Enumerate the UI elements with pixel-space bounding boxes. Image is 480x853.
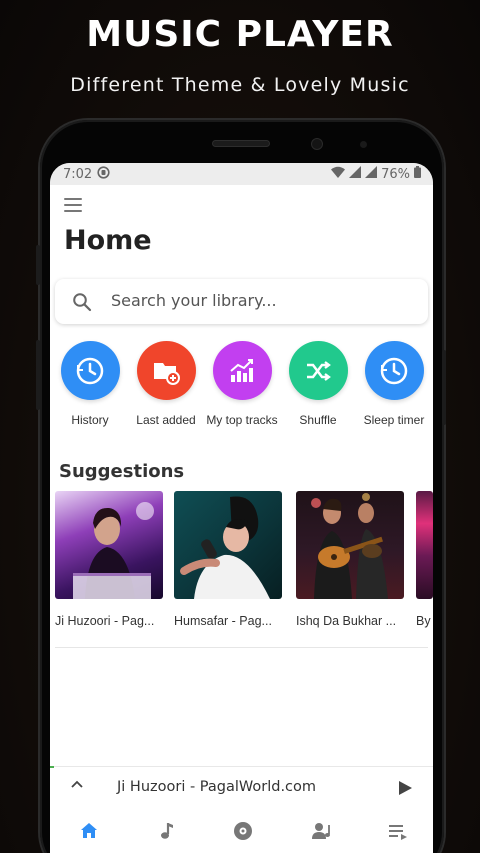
sleep-timer-icon <box>364 341 424 400</box>
phone-speaker <box>212 140 270 147</box>
mini-player-title: Ji Huzoori - PagalWorld.com <box>117 779 317 795</box>
status-bar: 7:02 76% <box>50 163 433 185</box>
quick-action-top-tracks[interactable]: My top tracks <box>202 341 282 427</box>
suggestion-card[interactable]: Humsafar - Pag... <box>174 491 282 631</box>
phone-camera <box>311 138 323 150</box>
signal-icon <box>365 166 378 182</box>
shuffle-icon <box>288 341 348 400</box>
home-icon[interactable] <box>79 821 99 845</box>
wifi-icon <box>331 166 346 182</box>
suggestion-label: Ishq Da Bukhar ... <box>296 614 397 628</box>
notification-icon <box>97 165 110 183</box>
mini-player[interactable]: Ji Huzoori - PagalWorld.com <box>50 768 433 808</box>
signal-icon <box>349 166 362 182</box>
folder-add-icon <box>136 341 196 400</box>
divider <box>55 647 428 648</box>
battery-icon <box>414 166 421 182</box>
menu-icon[interactable] <box>64 198 82 212</box>
album-art <box>296 491 404 599</box>
history-clock-icon <box>60 341 120 400</box>
phone-side-button <box>442 350 446 425</box>
suggestion-card[interactable]: Ishq Da Bukhar ... <box>296 491 404 631</box>
phone-side-button <box>36 340 40 410</box>
quick-action-label: Last added <box>136 413 196 427</box>
playlist-icon[interactable] <box>388 821 408 845</box>
suggestion-label: By <box>416 614 431 628</box>
quick-actions: History Last added My top tracks Shuffle… <box>50 341 433 427</box>
album-art <box>55 491 163 599</box>
album-disc-icon[interactable] <box>233 821 253 845</box>
quick-action-sleep-timer[interactable]: Sleep timer <box>354 341 433 427</box>
album-art <box>174 491 282 599</box>
album-art <box>416 491 433 599</box>
phone-sensor <box>360 141 367 148</box>
divider <box>50 766 433 767</box>
bottom-nav <box>50 811 433 853</box>
chevron-up-icon[interactable] <box>69 777 85 797</box>
search-input[interactable] <box>111 291 411 310</box>
battery-level: 76% <box>381 166 410 182</box>
suggestion-card[interactable]: Ji Huzoori - Pag... <box>55 491 163 631</box>
music-note-icon[interactable] <box>157 821 177 845</box>
play-icon[interactable] <box>397 780 413 800</box>
status-time: 7:02 <box>63 166 93 182</box>
quick-action-history[interactable]: History <box>50 341 130 427</box>
quick-action-label: My top tracks <box>206 413 278 427</box>
quick-action-label: Sleep timer <box>363 413 425 427</box>
trending-chart-icon <box>212 341 272 400</box>
search-icon <box>72 292 92 316</box>
quick-action-last-added[interactable]: Last added <box>126 341 206 427</box>
quick-action-label: Shuffle <box>299 413 337 427</box>
page-title: Home <box>64 225 152 256</box>
suggestion-label: Humsafar - Pag... <box>174 614 272 628</box>
promo-subtitle: Different Theme & Lovely Music <box>70 74 410 96</box>
promo-title: MUSIC PLAYER <box>86 14 394 55</box>
artist-icon[interactable] <box>311 821 333 845</box>
app-screen: 7:02 76% Home Search your library... His… <box>50 163 433 853</box>
phone-side-button <box>36 245 40 285</box>
suggestion-card[interactable]: By <box>416 491 433 631</box>
search-bar[interactable] <box>55 279 428 324</box>
quick-action-shuffle[interactable]: Shuffle <box>278 341 358 427</box>
quick-action-label: History <box>71 413 109 427</box>
suggestion-label: Ji Huzoori - Pag... <box>55 614 155 628</box>
suggestions-title: Suggestions <box>59 461 185 482</box>
